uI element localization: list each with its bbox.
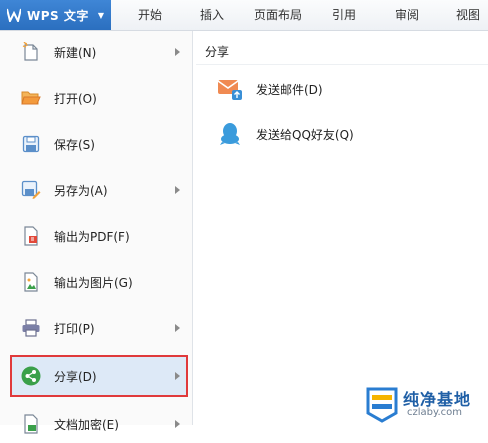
tab-home[interactable]: 开始 (138, 0, 162, 30)
menu-item-encrypt[interactable]: 文档加密(E) (12, 405, 186, 443)
menu-item-new[interactable]: 新建(N) (12, 33, 186, 71)
chevron-down-icon: ▼ (97, 10, 104, 20)
menu-item-label: 输出为图片(G) (54, 275, 133, 290)
image-export-icon (20, 271, 42, 293)
submenu-arrow-icon (175, 372, 180, 380)
watermark-emblem-icon (366, 387, 398, 423)
ribbon-bar: WPS 文字 ▼ 开始 插入 页面布局 引用 审阅 视图 (0, 0, 488, 31)
menu-item-save[interactable]: 保存(S) (12, 125, 186, 163)
qq-icon (216, 120, 244, 148)
tab-insert[interactable]: 插入 (200, 0, 224, 30)
menu-item-label: 分享(D) (54, 369, 97, 384)
submenu-title: 分享 (205, 45, 230, 59)
save-as-icon (20, 179, 42, 201)
watermark-subtext: czlaby.com (407, 407, 463, 418)
save-icon (20, 133, 42, 155)
menu-item-label: 打开(O) (54, 91, 97, 106)
folder-open-icon (20, 87, 42, 109)
menu-item-share[interactable]: 分享(D) (10, 355, 188, 397)
tab-page-layout[interactable]: 页面布局 (254, 0, 302, 30)
submenu-arrow-icon (175, 420, 180, 428)
menu-item-export-pdf[interactable]: 输出为PDF(F) (12, 217, 186, 255)
watermark-logo: 纯净基地 czlaby.com (360, 380, 488, 425)
tab-review[interactable]: 审阅 (395, 0, 419, 30)
menu-item-save-as[interactable]: 另存为(A) (12, 171, 186, 209)
menu-item-open[interactable]: 打开(O) (12, 79, 186, 117)
printer-icon (20, 317, 42, 339)
mail-send-icon (216, 75, 244, 103)
menu-item-label: 文档加密(E) (54, 417, 119, 432)
menu-item-export-image[interactable]: 输出为图片(G) (12, 263, 186, 301)
share-icon (20, 365, 42, 387)
app-title: WPS 文字 (27, 8, 89, 23)
menu-item-label: 输出为PDF(F) (54, 229, 130, 244)
send-email-item[interactable]: 发送邮件(D) (216, 72, 476, 106)
send-qq-item[interactable]: 发送给QQ好友(Q) (216, 117, 476, 151)
file-menu: 新建(N) 打开(O) 保存(S) 另存为(A) 输出为PDF(F) 输出为图片… (0, 31, 193, 434)
tab-references[interactable]: 引用 (332, 0, 356, 30)
wps-app-menu-button[interactable]: WPS 文字 ▼ (0, 0, 111, 30)
menu-item-label: 另存为(A) (54, 183, 108, 198)
send-qq-label: 发送给QQ好友(Q) (256, 127, 354, 142)
wps-logo-icon (6, 7, 22, 23)
menu-item-print[interactable]: 打印(P) (12, 309, 186, 347)
pdf-export-icon (20, 225, 42, 247)
divider (196, 64, 488, 65)
submenu-arrow-icon (175, 186, 180, 194)
submenu-arrow-icon (175, 324, 180, 332)
menu-item-label: 新建(N) (54, 45, 97, 60)
tab-view[interactable]: 视图 (456, 0, 480, 30)
send-email-label: 发送邮件(D) (256, 82, 323, 97)
encrypt-icon (20, 413, 42, 435)
menu-item-label: 保存(S) (54, 137, 95, 152)
menu-item-label: 打印(P) (54, 321, 95, 336)
submenu-arrow-icon (175, 48, 180, 56)
new-document-icon (20, 41, 42, 63)
